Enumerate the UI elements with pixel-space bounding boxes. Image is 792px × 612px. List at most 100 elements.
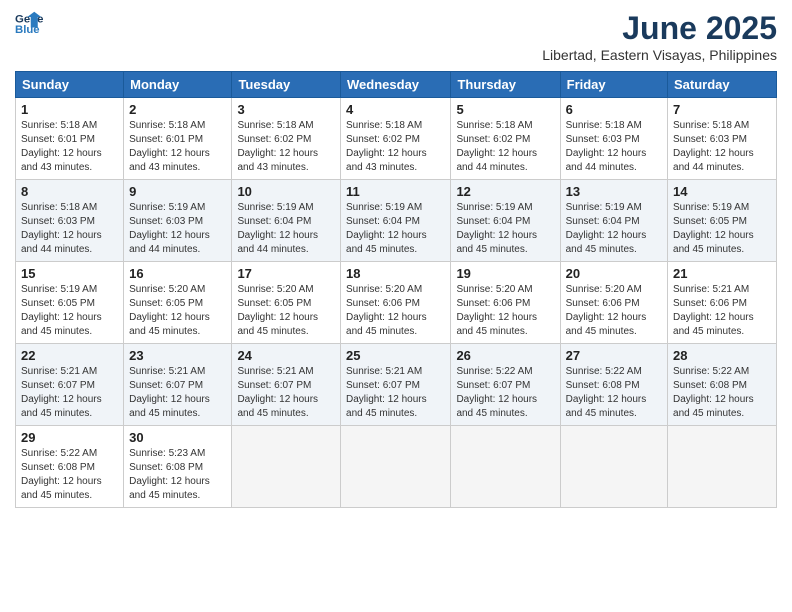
day-info: Sunrise: 5:22 AM Sunset: 6:07 PM Dayligh… — [456, 365, 554, 421]
col-tuesday: Tuesday — [232, 72, 341, 98]
table-cell — [341, 426, 451, 508]
table-cell: 16Sunrise: 5:20 AM Sunset: 6:05 PM Dayli… — [124, 262, 232, 344]
day-number: 30 — [129, 430, 226, 445]
table-cell: 9 Sunrise: 5:19 AM Sunset: 6:03 PM Daylig… — [124, 180, 232, 262]
day-info: Sunrise: 5:19 AM Sunset: 6:03 PM Dayligh… — [129, 201, 226, 257]
table-cell: 11Sunrise: 5:19 AM Sunset: 6:04 PM Dayli… — [341, 180, 451, 262]
day-number: 26 — [456, 348, 554, 363]
day-info: Sunrise: 5:18 AM Sunset: 6:03 PM Dayligh… — [673, 119, 771, 175]
day-number: 1 — [21, 102, 118, 117]
table-cell: 3 Sunrise: 5:18 AM Sunset: 6:02 PM Daylig… — [232, 98, 341, 180]
col-monday: Monday — [124, 72, 232, 98]
header-row: Sunday Monday Tuesday Wednesday Thursday… — [16, 72, 777, 98]
day-info: Sunrise: 5:18 AM Sunset: 6:01 PM Dayligh… — [129, 119, 226, 175]
month-title: June 2025 — [542, 10, 777, 47]
col-wednesday: Wednesday — [341, 72, 451, 98]
day-number: 10 — [237, 184, 335, 199]
table-cell: 4 Sunrise: 5:18 AM Sunset: 6:02 PM Daylig… — [341, 98, 451, 180]
day-info: Sunrise: 5:19 AM Sunset: 6:05 PM Dayligh… — [673, 201, 771, 257]
day-number: 22 — [21, 348, 118, 363]
day-number: 20 — [566, 266, 662, 281]
day-number: 21 — [673, 266, 771, 281]
title-area: June 2025 Libertad, Eastern Visayas, Phi… — [542, 10, 777, 63]
day-info: Sunrise: 5:18 AM Sunset: 6:02 PM Dayligh… — [456, 119, 554, 175]
col-friday: Friday — [560, 72, 667, 98]
day-info: Sunrise: 5:19 AM Sunset: 6:04 PM Dayligh… — [456, 201, 554, 257]
header: General Blue June 2025 Libertad, Eastern… — [15, 10, 777, 63]
calendar-row: 15Sunrise: 5:19 AM Sunset: 6:05 PM Dayli… — [16, 262, 777, 344]
day-info: Sunrise: 5:22 AM Sunset: 6:08 PM Dayligh… — [21, 447, 118, 503]
table-cell: 14 Sunrise: 5:19 AM Sunset: 6:05 PM Dayli… — [668, 180, 777, 262]
calendar-row: 1 Sunrise: 5:18 AM Sunset: 6:01 PM Daylig… — [16, 98, 777, 180]
table-cell — [451, 426, 560, 508]
day-number: 4 — [346, 102, 445, 117]
day-info: Sunrise: 5:18 AM Sunset: 6:02 PM Dayligh… — [346, 119, 445, 175]
day-info: Sunrise: 5:21 AM Sunset: 6:07 PM Dayligh… — [129, 365, 226, 421]
table-cell: 19 Sunrise: 5:20 AM Sunset: 6:06 PM Dayli… — [451, 262, 560, 344]
day-number: 6 — [566, 102, 662, 117]
day-info: Sunrise: 5:23 AM Sunset: 6:08 PM Dayligh… — [129, 447, 226, 503]
day-info: Sunrise: 5:21 AM Sunset: 6:07 PM Dayligh… — [21, 365, 118, 421]
day-info: Sunrise: 5:21 AM Sunset: 6:07 PM Dayligh… — [237, 365, 335, 421]
day-number: 13 — [566, 184, 662, 199]
day-number: 29 — [21, 430, 118, 445]
day-number: 14 — [673, 184, 771, 199]
day-info: Sunrise: 5:21 AM Sunset: 6:06 PM Dayligh… — [673, 283, 771, 339]
day-number: 16 — [129, 266, 226, 281]
day-info: Sunrise: 5:18 AM Sunset: 6:02 PM Dayligh… — [237, 119, 335, 175]
table-cell: 7 Sunrise: 5:18 AM Sunset: 6:03 PM Daylig… — [668, 98, 777, 180]
table-cell: 30 Sunrise: 5:23 AM Sunset: 6:08 PM Dayli… — [124, 426, 232, 508]
table-cell: 20 Sunrise: 5:20 AM Sunset: 6:06 PM Dayli… — [560, 262, 667, 344]
table-cell: 2Sunrise: 5:18 AM Sunset: 6:01 PM Daylig… — [124, 98, 232, 180]
calendar-row: 29 Sunrise: 5:22 AM Sunset: 6:08 PM Dayli… — [16, 426, 777, 508]
calendar-table: Sunday Monday Tuesday Wednesday Thursday… — [15, 71, 777, 508]
table-cell: 21 Sunrise: 5:21 AM Sunset: 6:06 PM Dayli… — [668, 262, 777, 344]
day-info: Sunrise: 5:19 AM Sunset: 6:05 PM Dayligh… — [21, 283, 118, 339]
table-cell: 6 Sunrise: 5:18 AM Sunset: 6:03 PM Daylig… — [560, 98, 667, 180]
day-info: Sunrise: 5:18 AM Sunset: 6:01 PM Dayligh… — [21, 119, 118, 175]
table-cell: 5 Sunrise: 5:18 AM Sunset: 6:02 PM Daylig… — [451, 98, 560, 180]
day-info: Sunrise: 5:18 AM Sunset: 6:03 PM Dayligh… — [21, 201, 118, 257]
table-cell: 22 Sunrise: 5:21 AM Sunset: 6:07 PM Dayli… — [16, 344, 124, 426]
day-info: Sunrise: 5:20 AM Sunset: 6:06 PM Dayligh… — [566, 283, 662, 339]
table-cell — [232, 426, 341, 508]
calendar-row: 22 Sunrise: 5:21 AM Sunset: 6:07 PM Dayli… — [16, 344, 777, 426]
day-number: 7 — [673, 102, 771, 117]
day-number: 8 — [21, 184, 118, 199]
day-number: 5 — [456, 102, 554, 117]
col-saturday: Saturday — [668, 72, 777, 98]
logo: General Blue — [15, 10, 43, 38]
day-info: Sunrise: 5:20 AM Sunset: 6:06 PM Dayligh… — [346, 283, 445, 339]
day-number: 23 — [129, 348, 226, 363]
table-cell: 8 Sunrise: 5:18 AM Sunset: 6:03 PM Daylig… — [16, 180, 124, 262]
day-number: 9 — [129, 184, 226, 199]
table-cell: 25Sunrise: 5:21 AM Sunset: 6:07 PM Dayli… — [341, 344, 451, 426]
table-cell: 28Sunrise: 5:22 AM Sunset: 6:08 PM Dayli… — [668, 344, 777, 426]
table-cell: 27 Sunrise: 5:22 AM Sunset: 6:08 PM Dayli… — [560, 344, 667, 426]
table-cell: 18Sunrise: 5:20 AM Sunset: 6:06 PM Dayli… — [341, 262, 451, 344]
logo-icon: General Blue — [15, 10, 43, 38]
table-cell: 13 Sunrise: 5:19 AM Sunset: 6:04 PM Dayli… — [560, 180, 667, 262]
table-cell: 15Sunrise: 5:19 AM Sunset: 6:05 PM Dayli… — [16, 262, 124, 344]
table-cell: 17Sunrise: 5:20 AM Sunset: 6:05 PM Dayli… — [232, 262, 341, 344]
table-cell — [560, 426, 667, 508]
day-number: 19 — [456, 266, 554, 281]
table-cell: 29 Sunrise: 5:22 AM Sunset: 6:08 PM Dayli… — [16, 426, 124, 508]
day-info: Sunrise: 5:20 AM Sunset: 6:06 PM Dayligh… — [456, 283, 554, 339]
day-info: Sunrise: 5:19 AM Sunset: 6:04 PM Dayligh… — [237, 201, 335, 257]
day-info: Sunrise: 5:22 AM Sunset: 6:08 PM Dayligh… — [566, 365, 662, 421]
day-number: 11 — [346, 184, 445, 199]
table-cell — [668, 426, 777, 508]
day-info: Sunrise: 5:18 AM Sunset: 6:03 PM Dayligh… — [566, 119, 662, 175]
table-cell: 12Sunrise: 5:19 AM Sunset: 6:04 PM Dayli… — [451, 180, 560, 262]
col-thursday: Thursday — [451, 72, 560, 98]
table-cell: 26 Sunrise: 5:22 AM Sunset: 6:07 PM Dayli… — [451, 344, 560, 426]
day-number: 3 — [237, 102, 335, 117]
table-cell: 10 Sunrise: 5:19 AM Sunset: 6:04 PM Dayli… — [232, 180, 341, 262]
day-info: Sunrise: 5:20 AM Sunset: 6:05 PM Dayligh… — [237, 283, 335, 339]
day-number: 27 — [566, 348, 662, 363]
day-info: Sunrise: 5:19 AM Sunset: 6:04 PM Dayligh… — [566, 201, 662, 257]
table-cell: 24Sunrise: 5:21 AM Sunset: 6:07 PM Dayli… — [232, 344, 341, 426]
calendar-row: 8 Sunrise: 5:18 AM Sunset: 6:03 PM Daylig… — [16, 180, 777, 262]
table-cell: 1 Sunrise: 5:18 AM Sunset: 6:01 PM Daylig… — [16, 98, 124, 180]
